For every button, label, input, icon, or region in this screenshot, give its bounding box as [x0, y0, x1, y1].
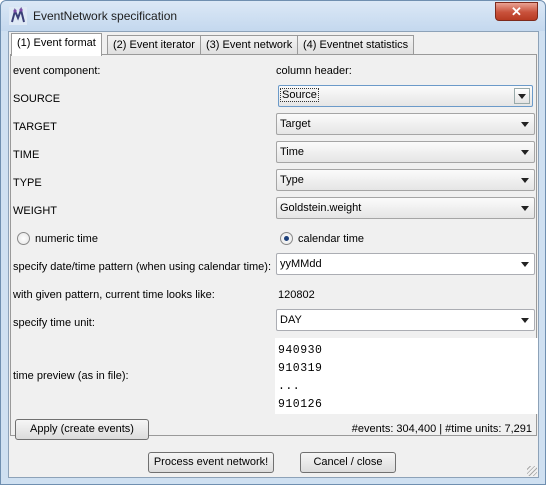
- weight-label: WEIGHT: [13, 205, 57, 217]
- radio-selected-dot: [284, 236, 289, 241]
- tab-event-network[interactable]: (3) Event network: [200, 35, 299, 55]
- source-label: SOURCE: [13, 93, 61, 105]
- window-title: EventNetwork specification: [33, 9, 178, 23]
- event-component-header: event component:: [13, 65, 101, 77]
- process-event-network-button[interactable]: Process event network!: [148, 452, 274, 473]
- time-column-select[interactable]: Time: [276, 141, 535, 163]
- current-time-value: 120802: [278, 289, 315, 301]
- tab-event-format[interactable]: (1) Event format: [11, 33, 102, 56]
- app-logo-icon: [9, 7, 27, 25]
- target-label: TARGET: [13, 121, 57, 133]
- weight-column-select[interactable]: Goldstein.weight: [276, 197, 535, 219]
- apply-create-events-button[interactable]: Apply (create events): [15, 419, 149, 440]
- preview-line: 910319: [278, 362, 323, 375]
- calendar-time-label[interactable]: calendar time: [298, 233, 364, 245]
- date-pattern-label: specify date/time pattern (when using ca…: [13, 261, 272, 273]
- chevron-down-icon: [521, 178, 529, 183]
- time-unit-label: specify time unit:: [13, 317, 95, 329]
- tab-event-iterator[interactable]: (2) Event iterator: [107, 35, 201, 55]
- type-column-select[interactable]: Type: [276, 169, 535, 191]
- numeric-time-radio[interactable]: [17, 232, 30, 245]
- preview-line: 910126: [278, 398, 323, 411]
- chevron-down-icon[interactable]: [521, 318, 529, 323]
- preview-line: ...: [278, 380, 301, 393]
- time-unit-value[interactable]: DAY: [280, 314, 302, 326]
- close-window-button[interactable]: ✕: [495, 2, 538, 21]
- current-time-label: with given pattern, current time looks l…: [13, 289, 215, 301]
- chevron-down-icon: [521, 122, 529, 127]
- date-pattern-combo[interactable]: yyMMdd: [276, 253, 535, 275]
- calendar-time-radio[interactable]: [280, 232, 293, 245]
- app-window: EventNetwork specification ✕ (1) Event f…: [0, 0, 546, 485]
- preview-line: 940930: [278, 344, 323, 357]
- time-preview-label: time preview (as in file):: [13, 370, 129, 382]
- source-column-select[interactable]: Source: [278, 85, 533, 107]
- event-stats-text: #events: 304,400 | #time units: 7,291: [351, 423, 532, 435]
- target-column-select[interactable]: Target: [276, 113, 535, 135]
- time-unit-combo[interactable]: DAY: [276, 309, 535, 331]
- source-column-value: Source: [280, 88, 319, 102]
- time-preview-box: 940930 910319 ... 910126: [275, 338, 538, 414]
- source-dropdown-button[interactable]: [514, 88, 530, 104]
- weight-column-value: Goldstein.weight: [280, 202, 362, 214]
- time-label: TIME: [13, 149, 40, 161]
- title-bar: EventNetwork specification ✕: [1, 1, 545, 31]
- tab-eventnet-statistics[interactable]: (4) Eventnet statistics: [297, 35, 415, 55]
- target-column-value: Target: [280, 118, 311, 130]
- chevron-down-icon[interactable]: [521, 262, 529, 267]
- resize-grip[interactable]: [527, 466, 537, 476]
- type-column-value: Type: [280, 174, 304, 186]
- cancel-close-button[interactable]: Cancel / close: [300, 452, 396, 473]
- date-pattern-value[interactable]: yyMMdd: [280, 258, 322, 270]
- column-header-header: column header:: [276, 65, 352, 77]
- type-label: TYPE: [13, 177, 42, 189]
- numeric-time-label[interactable]: numeric time: [35, 233, 98, 245]
- time-column-value: Time: [280, 146, 305, 158]
- chevron-down-icon: [521, 150, 529, 155]
- event-format-panel: event component: column header: SOURCE S…: [10, 54, 538, 440]
- chevron-down-icon: [521, 206, 529, 211]
- dialog-client-area: (1) Event format (2) Event iterator (3) …: [8, 31, 539, 478]
- chevron-down-icon: [518, 94, 526, 99]
